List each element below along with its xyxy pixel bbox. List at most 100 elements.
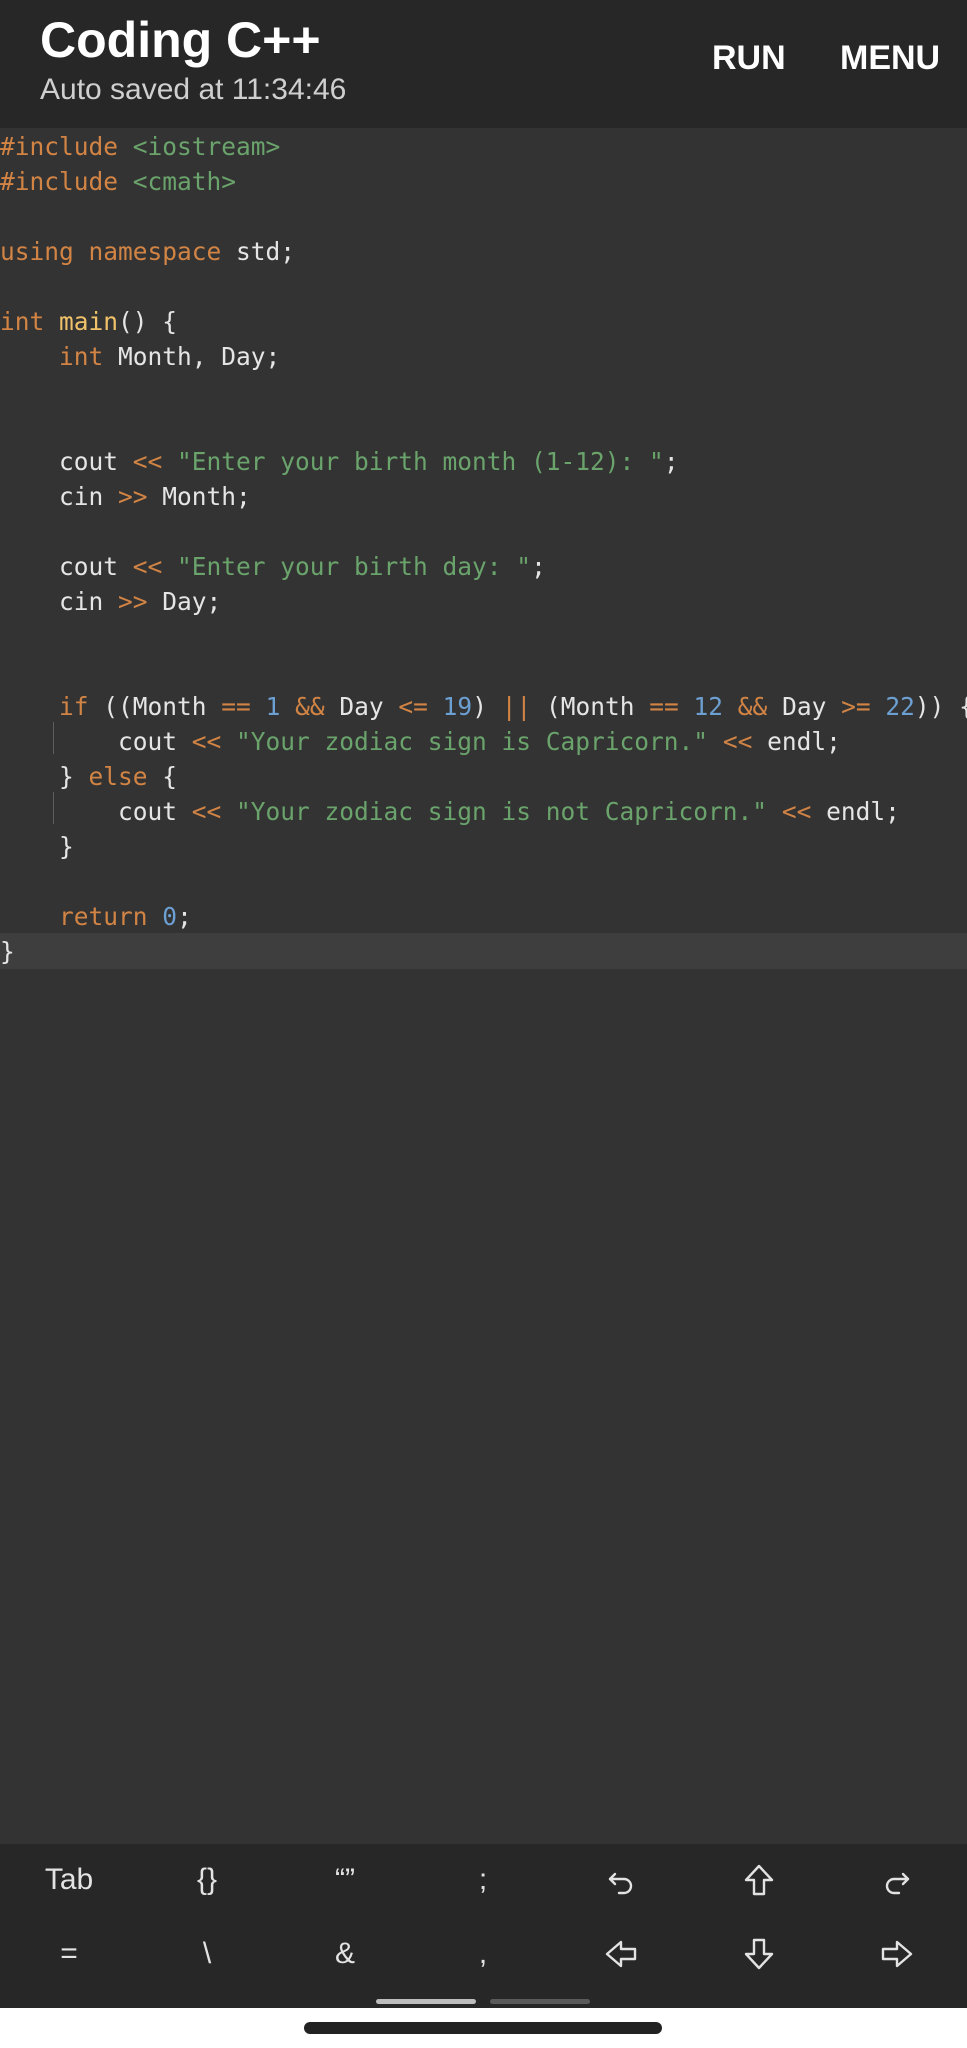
code-line[interactable]	[0, 374, 967, 409]
code-line[interactable]: } else {	[0, 759, 967, 794]
undo-key[interactable]	[552, 1850, 690, 1910]
code-token: else	[88, 762, 148, 791]
code-token: 22	[885, 692, 915, 721]
code-line[interactable]	[0, 409, 967, 444]
code-token: cin	[0, 587, 119, 616]
equals-key[interactable]: =	[0, 1924, 138, 1984]
code-token: if	[59, 692, 89, 721]
semicolon-key[interactable]: ;	[414, 1850, 552, 1910]
code-token: <<	[191, 797, 222, 826]
code-token: int	[0, 307, 45, 336]
code-token: 12	[693, 692, 724, 721]
code-line[interactable]: #include <iostream>	[0, 129, 967, 164]
code-token: 0	[162, 902, 178, 931]
code-token: }	[0, 937, 15, 966]
comma-key[interactable]: ,	[414, 1924, 552, 1984]
code-line[interactable]: cout << "Your zodiac sign is not Caprico…	[0, 794, 967, 829]
arrow-left-icon	[604, 1939, 638, 1969]
code-token: ==	[649, 692, 679, 721]
code-line[interactable]: }	[0, 934, 967, 969]
code-token: >>	[118, 587, 148, 616]
code-token: cin	[0, 482, 119, 511]
code-token: <<	[722, 727, 753, 756]
key-label: Tab	[44, 1863, 94, 1896]
code-token: )	[472, 692, 502, 721]
arrow-right-key[interactable]	[828, 1924, 966, 1984]
code-line[interactable]	[0, 269, 967, 304]
code-token: () {	[118, 307, 178, 336]
code-line[interactable]	[0, 199, 967, 234]
code-token: ;	[531, 552, 546, 581]
arrow-left-key[interactable]	[552, 1924, 690, 1984]
redo-key[interactable]	[828, 1850, 966, 1910]
arrow-right-icon	[880, 1939, 914, 1969]
code-line[interactable]: using namespace std;	[0, 234, 967, 269]
code-token: <<	[132, 552, 163, 581]
code-line[interactable]: cin >> Month;	[0, 479, 967, 514]
code-line[interactable]: if ((Month == 1 && Day <= 19) || (Month …	[0, 689, 967, 724]
code-line[interactable]: int Month, Day;	[0, 339, 967, 374]
redo-icon	[882, 1865, 912, 1895]
code-token: using	[0, 237, 74, 266]
menu-button[interactable]: MENU	[840, 36, 940, 80]
arrow-down-key[interactable]	[690, 1924, 828, 1984]
code-token: ||	[501, 692, 532, 721]
code-line[interactable]	[0, 864, 967, 899]
code-token: Month;	[147, 482, 251, 511]
code-token: cout	[0, 552, 133, 581]
code-line[interactable]: cout << "Enter your birth day: ";	[0, 549, 967, 584]
code-token: Day	[324, 692, 399, 721]
code-line[interactable]	[0, 514, 967, 549]
code-token: int	[59, 342, 104, 371]
code-token: <iostream>	[132, 132, 281, 161]
code-token: )) {	[914, 692, 967, 721]
code-line[interactable]: cout << "Your zodiac sign is Capricorn."…	[0, 724, 967, 759]
code-line[interactable]: cin >> Day;	[0, 584, 967, 619]
code-line[interactable]: int main() {	[0, 304, 967, 339]
ampersand-key[interactable]: &	[276, 1924, 414, 1984]
code-token: "Your zodiac sign is Capricorn."	[236, 727, 709, 756]
code-line[interactable]	[0, 654, 967, 689]
code-line[interactable]: return 0;	[0, 899, 967, 934]
code-token: #include	[0, 167, 133, 196]
code-token: Day;	[147, 587, 222, 616]
braces-key[interactable]: {}	[138, 1850, 276, 1910]
code-line[interactable]	[0, 619, 967, 654]
code-token: <<	[132, 447, 163, 476]
extra-keys-toolbar: Tab {} “”; = \ &,	[0, 1844, 967, 2008]
code-token: &&	[295, 692, 325, 721]
key-label: =	[60, 1937, 78, 1970]
code-token: endl;	[752, 727, 841, 756]
code-token: &&	[737, 692, 768, 721]
code-token: }	[0, 832, 74, 861]
key-label: {}	[196, 1863, 218, 1896]
code-token: (Month	[531, 692, 650, 721]
code-token: >>	[118, 482, 148, 511]
code-editor[interactable]: #include <iostream> #include <cmath> using…	[0, 128, 967, 1844]
backslash-key[interactable]: \	[138, 1924, 276, 1984]
code-line[interactable]: }	[0, 829, 967, 864]
quotes-key[interactable]: “”	[276, 1850, 414, 1910]
tab-key[interactable]: Tab	[0, 1850, 138, 1910]
code-line[interactable]: cout << "Enter your birth month (1-12): …	[0, 444, 967, 479]
arrow-up-key[interactable]	[690, 1850, 828, 1910]
code-token: <<	[781, 797, 812, 826]
code-token: Day	[767, 692, 842, 721]
code-token: 1	[265, 692, 281, 721]
home-indicator[interactable]	[304, 2022, 662, 2034]
run-button[interactable]: RUN	[712, 36, 786, 80]
arrow-up-icon	[743, 1863, 775, 1897]
code-token: cout	[0, 447, 133, 476]
code-token: ;	[663, 447, 679, 476]
code-line[interactable]: #include <cmath>	[0, 164, 967, 199]
